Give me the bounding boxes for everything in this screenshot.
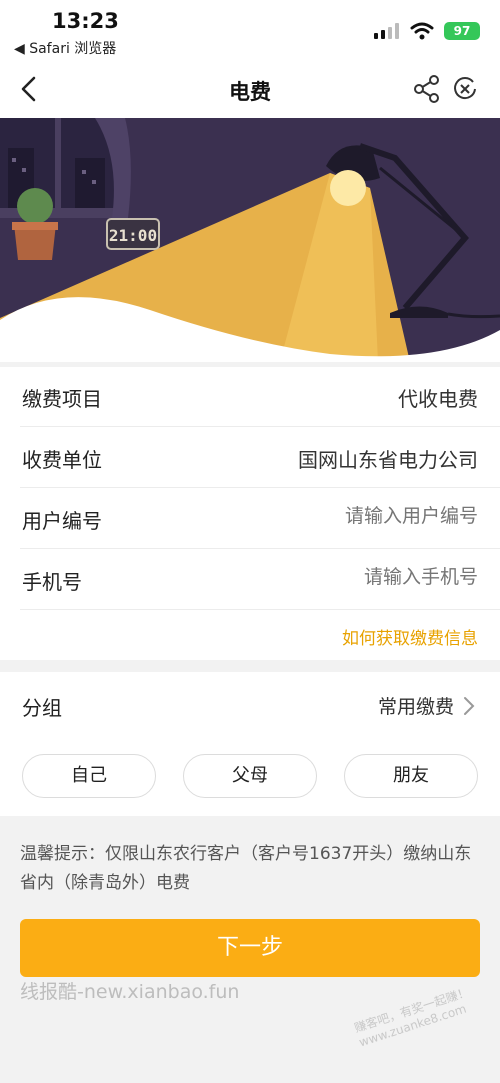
payment-item-row: 缴费项目 代收电费 — [20, 367, 500, 427]
signal-icon — [374, 23, 399, 39]
group-row[interactable]: 分组 常用缴费 — [20, 676, 480, 732]
payment-info-card: 缴费项目 代收电费 收费单位 国网山东省电力公司 用户编号 手机号 — [0, 367, 500, 660]
battery-level: 97 — [453, 24, 471, 38]
phone-input[interactable] — [218, 566, 478, 588]
share-icon[interactable] — [412, 74, 442, 104]
payment-item-value: 代收电费 — [398, 387, 478, 411]
chevron-right-icon — [464, 697, 475, 715]
biller-value: 国网山东省电力公司 — [298, 448, 478, 472]
group-chip-self[interactable]: 自己 — [22, 754, 156, 798]
banner-illustration: 21:00 — [0, 118, 500, 362]
next-step-button[interactable]: 下一步 — [20, 919, 480, 977]
back-to-safari-link[interactable]: ◀ Safari 浏览器 — [14, 38, 116, 58]
phone-label: 手机号 — [22, 570, 82, 594]
group-chip-friends[interactable]: 朋友 — [344, 754, 478, 798]
account-number-row: 用户编号 — [20, 489, 500, 549]
group-chip-parents[interactable]: 父母 — [183, 754, 317, 798]
clock-text: 21:00 — [109, 226, 157, 245]
phone-row: 手机号 — [20, 550, 500, 610]
biller-label: 收费单位 — [22, 448, 102, 472]
night-desk-lamp-illustration: 21:00 — [0, 118, 500, 362]
account-number-input[interactable] — [218, 505, 478, 527]
status-bar: 13:23 ◀ Safari 浏览器 97 — [0, 0, 500, 62]
payment-item-label: 缴费项目 — [22, 387, 102, 411]
status-time: 13:23 — [52, 9, 119, 33]
close-icon[interactable] — [452, 76, 478, 102]
site-watermark: 线报酷-new.xianbao.fun — [20, 981, 240, 1003]
status-icons: 97 — [374, 22, 480, 40]
battery-indicator: 97 — [444, 22, 480, 40]
warm-tip-text: 温馨提示：仅限山东农行客户（客户号1637开头）缴纳山东省内（除青岛外）电费 — [20, 844, 472, 893]
account-number-label: 用户编号 — [22, 509, 102, 533]
group-label: 分组 — [22, 696, 62, 720]
corner-watermark: 赚客吧，有奖一起赚！ www.zuanke8.com — [352, 984, 472, 1050]
wifi-icon — [410, 22, 434, 40]
nav-bar: 电费 — [0, 62, 500, 118]
group-value: 常用缴费 — [377, 696, 454, 718]
how-to-get-payment-info-link[interactable]: 如何获取缴费信息 — [342, 624, 478, 649]
biller-row: 收费单位 国网山东省电力公司 — [20, 428, 500, 488]
